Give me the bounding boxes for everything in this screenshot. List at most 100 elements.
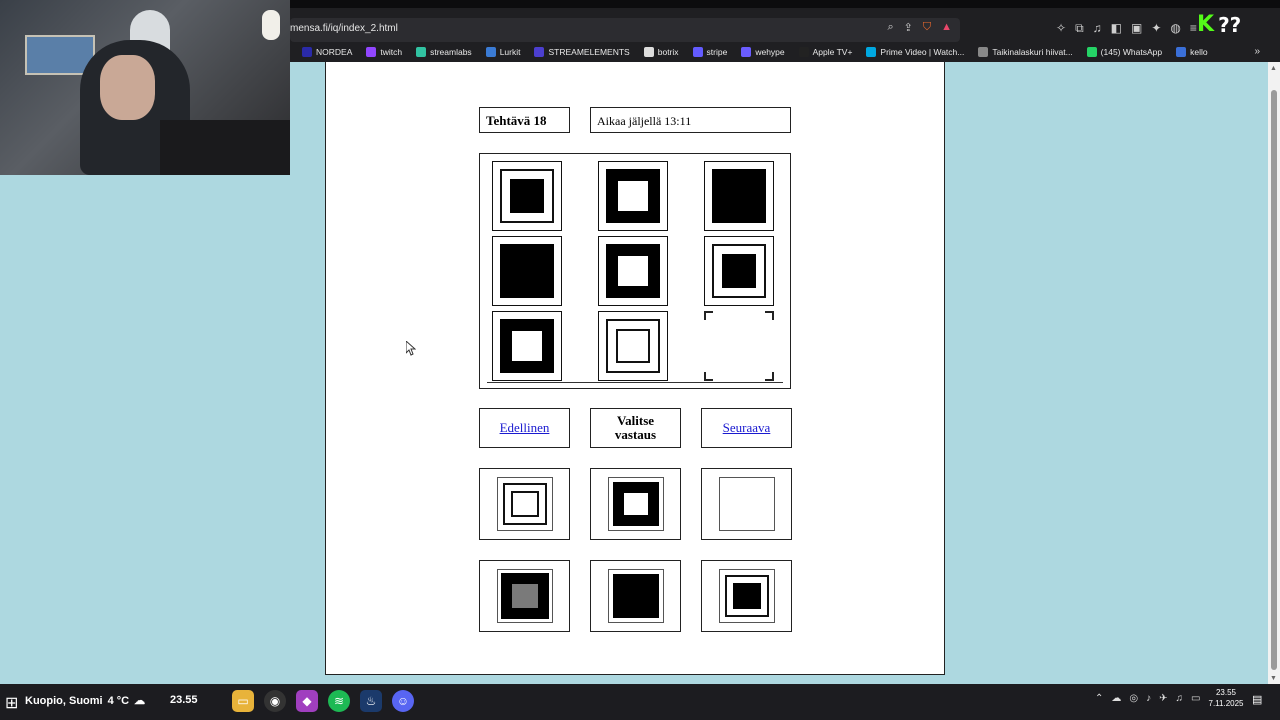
matrix-cell-1-2 bbox=[598, 161, 668, 231]
media-icon[interactable]: ♫ bbox=[1093, 21, 1102, 36]
menu-icon[interactable]: ≡ bbox=[1190, 21, 1197, 36]
brave-rewards-icon[interactable]: ▲ bbox=[941, 21, 952, 34]
bookmark-item[interactable]: botrix bbox=[643, 47, 679, 57]
address-bar[interactable]: mensa.fi/iq/index_2.html ⌕ ⇪ ⛉ ▲ bbox=[290, 18, 960, 42]
bookmark-item[interactable]: NORDEA bbox=[302, 47, 352, 57]
vpn-icon[interactable]: ◍ bbox=[1170, 21, 1180, 36]
screenshot-icon[interactable]: ⧉ bbox=[1075, 21, 1084, 36]
answer-option-4[interactable] bbox=[479, 560, 570, 632]
bookmark-label: Lurkit bbox=[499, 47, 521, 57]
bookmark-label: streamlabs bbox=[430, 47, 472, 57]
zoom-icon[interactable]: ⌕ bbox=[887, 21, 893, 34]
weather-widget[interactable]: Kuopio, Suomi 4 °C ☁ bbox=[25, 694, 145, 708]
windows-start-icon[interactable]: ⊞ bbox=[5, 693, 18, 713]
choose-answer-label: Valitse vastaus bbox=[590, 408, 681, 448]
matrix-underline bbox=[487, 382, 783, 383]
next-link[interactable]: Seuraava bbox=[723, 420, 771, 436]
answer-option-6[interactable] bbox=[701, 560, 792, 632]
bookmark-label: kello bbox=[1190, 47, 1208, 57]
bookmark-item[interactable]: stripe bbox=[692, 47, 728, 57]
toolbar-icons: ✧ ⧉ ♫ ◧ ▣ ✦ ◍ ≡ bbox=[1056, 21, 1197, 36]
bookmark-favicon-icon bbox=[366, 47, 377, 57]
file-explorer-icon[interactable]: ▭ bbox=[232, 690, 254, 712]
answer-option-2[interactable] bbox=[590, 468, 681, 540]
system-tray: ⌃ ☁ ◎ ♪ ✈ ♫ ▭ bbox=[1095, 693, 1200, 704]
kick-overlay: K ?? bbox=[1197, 12, 1241, 37]
scroll-up-icon[interactable]: ▲ bbox=[1270, 65, 1277, 72]
webcam-head bbox=[100, 55, 155, 120]
choose-answer-line1: Valitse bbox=[616, 413, 655, 428]
bookmarks-more-icon[interactable]: » bbox=[1254, 46, 1260, 57]
quiz-page: Tehtävä 18 Aikaa jäljellä 13:11 Edelline… bbox=[325, 62, 945, 675]
answer-option-1[interactable] bbox=[479, 468, 570, 540]
webcam-lamp bbox=[262, 10, 280, 40]
previous-link[interactable]: Edellinen bbox=[500, 420, 550, 436]
previous-button[interactable]: Edellinen bbox=[479, 408, 570, 448]
bookmark-favicon-icon bbox=[866, 47, 877, 57]
taskbar-widget-time: 23.55 bbox=[170, 694, 198, 706]
sidebar-icon[interactable]: ◧ bbox=[1111, 21, 1122, 36]
tray-chevron-icon[interactable]: ⌃ bbox=[1095, 693, 1103, 704]
answer-option-3[interactable] bbox=[701, 468, 792, 540]
bookmark-favicon-icon bbox=[1176, 47, 1187, 57]
bookmark-item[interactable]: kello bbox=[1176, 47, 1208, 57]
wallet-icon[interactable]: ▣ bbox=[1131, 21, 1142, 36]
bookmark-label: botrix bbox=[657, 47, 679, 57]
system-date: 7.11.2025 bbox=[1208, 699, 1244, 708]
bookmark-item[interactable]: Taikinalaskuri hiivat... bbox=[978, 47, 1073, 57]
bookmark-item[interactable]: Prime Video | Watch... bbox=[866, 47, 964, 57]
mic-icon[interactable]: ♪ bbox=[1146, 693, 1151, 704]
leo-icon[interactable]: ✦ bbox=[1151, 21, 1161, 36]
scrollbar-thumb[interactable] bbox=[1271, 90, 1277, 670]
matrix-cell-2-2 bbox=[598, 236, 668, 306]
bookmark-favicon-icon bbox=[798, 47, 809, 57]
mouse-cursor-icon bbox=[406, 341, 416, 356]
bookmark-item[interactable]: (145) WhatsApp bbox=[1086, 47, 1163, 57]
bookmark-item[interactable]: Lurkit bbox=[485, 47, 521, 57]
webcam-overlay bbox=[0, 0, 290, 175]
bookmark-label: stripe bbox=[706, 47, 728, 57]
steam-tray-icon[interactable]: ✈ bbox=[1159, 693, 1167, 704]
webcam-desk bbox=[160, 120, 290, 175]
page-scrollbar[interactable]: ▲ ▼ bbox=[1268, 62, 1280, 684]
kick-question-marks: ?? bbox=[1218, 12, 1242, 37]
share-icon[interactable]: ⇪ bbox=[904, 21, 913, 34]
bookmark-favicon-icon bbox=[302, 47, 312, 57]
bookmark-label: twitch bbox=[380, 47, 403, 57]
extensions-icon[interactable]: ✧ bbox=[1056, 21, 1066, 36]
url-icons: ⌕ ⇪ ⛉ ▲ bbox=[887, 21, 952, 34]
matrix-cell-3-1 bbox=[492, 311, 562, 381]
scroll-down-icon[interactable]: ▼ bbox=[1270, 675, 1277, 682]
bookmark-item[interactable]: Apple TV+ bbox=[798, 47, 852, 57]
bookmark-label: Taikinalaskuri hiivat... bbox=[992, 47, 1073, 57]
volume-icon[interactable]: ♫ bbox=[1176, 693, 1184, 704]
bookmark-favicon-icon bbox=[643, 47, 654, 57]
bookmark-item[interactable]: streamlabs bbox=[416, 47, 472, 57]
obs-icon[interactable]: ◉ bbox=[264, 690, 286, 712]
bookmark-item[interactable]: STREAMELEMENTS bbox=[534, 47, 630, 57]
taskbar-apps: ▭ ◉ ◆ ≋ ♨ ☺ bbox=[232, 690, 414, 712]
network-icon[interactable]: ▭ bbox=[1191, 693, 1200, 704]
discord-icon[interactable]: ☺ bbox=[392, 690, 414, 712]
bookmark-item[interactable]: wehype bbox=[741, 47, 785, 57]
brave-shield-icon[interactable]: ⛉ bbox=[923, 21, 931, 34]
answer-option-5[interactable] bbox=[590, 560, 681, 632]
bookmark-label: (145) WhatsApp bbox=[1100, 47, 1163, 57]
bookmark-item[interactable]: twitch bbox=[366, 47, 402, 57]
notification-icon[interactable]: ▤ bbox=[1252, 693, 1262, 706]
system-clock[interactable]: 23.55 7.11.2025 bbox=[1206, 687, 1246, 709]
browser-app-icon[interactable]: ◆ bbox=[296, 690, 318, 712]
kick-logo-icon: K bbox=[1197, 12, 1215, 37]
weather-location: Kuopio, Suomi bbox=[25, 694, 103, 707]
bookmark-favicon-icon bbox=[692, 47, 703, 57]
url-text: mensa.fi/iq/index_2.html bbox=[290, 23, 398, 34]
onedrive-icon[interactable]: ☁ bbox=[1111, 693, 1121, 704]
bookmark-favicon-icon bbox=[741, 47, 752, 57]
steam-icon[interactable]: ♨ bbox=[360, 690, 382, 712]
spotify-icon[interactable]: ≋ bbox=[328, 690, 350, 712]
next-button[interactable]: Seuraava bbox=[701, 408, 792, 448]
task-number: Tehtävä 18 bbox=[479, 107, 570, 133]
puzzle-matrix bbox=[479, 153, 791, 389]
missing-cell-placeholder bbox=[704, 311, 774, 381]
tray-app-icon[interactable]: ◎ bbox=[1129, 693, 1138, 704]
